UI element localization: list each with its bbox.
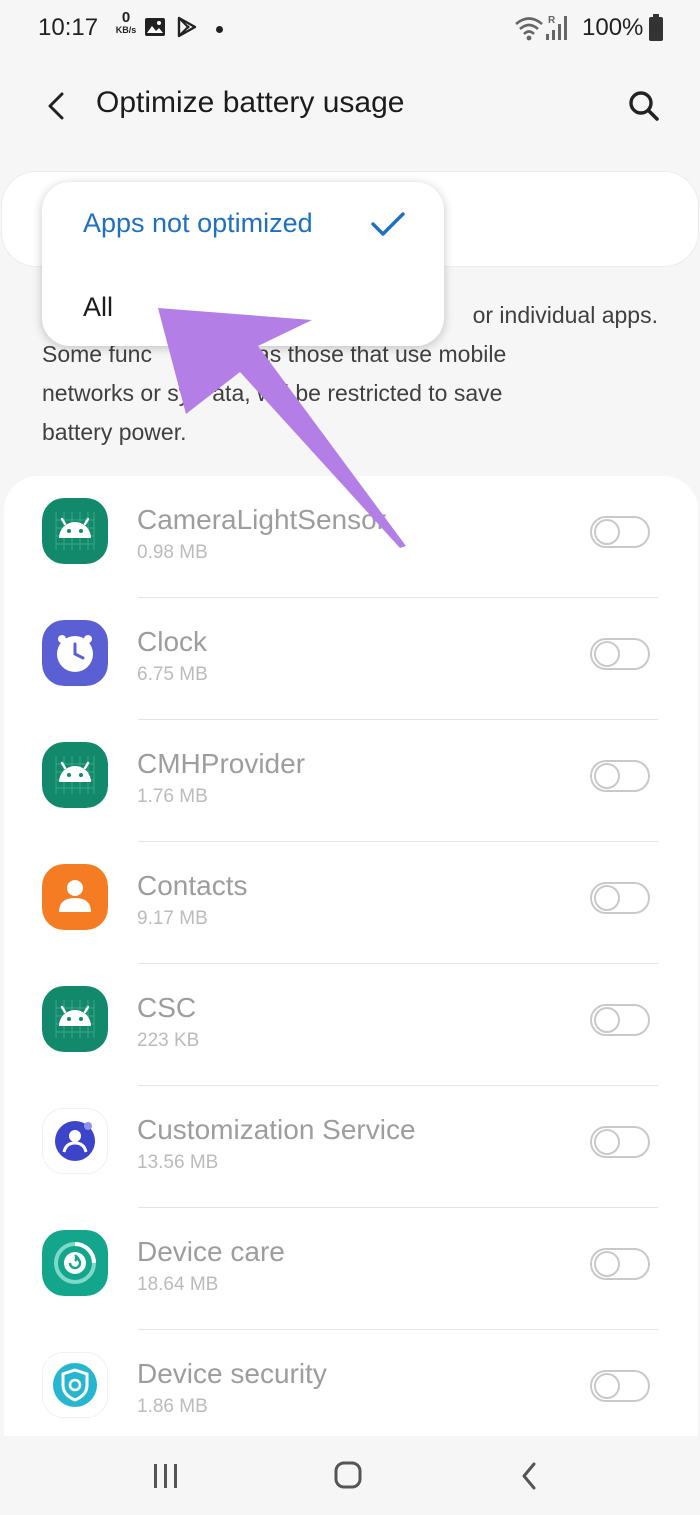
screen: 10:17 0 KB/s R 100% Optimize battery usa… [0, 0, 700, 1515]
signal-icon: R [546, 15, 567, 40]
description-line1: or individual apps. [472, 302, 658, 328]
optimize-toggle[interactable] [590, 1370, 650, 1402]
optimize-toggle[interactable] [590, 760, 650, 792]
notification-dot [216, 26, 223, 33]
app-size: 223 KB [137, 1030, 200, 1051]
app-row-customization-service[interactable]: Customization Service 13.56 MB [4, 1086, 698, 1208]
app-name: Customization Service [137, 1114, 416, 1145]
toggle-knob [594, 641, 620, 667]
network-speed: 0 KB/s [112, 9, 140, 36]
app-bar: Optimize battery usage [0, 60, 700, 150]
battery-percent: 100% [582, 14, 644, 41]
app-size: 9.17 MB [137, 908, 208, 929]
toggle-knob [594, 763, 620, 789]
app-name: CameraLightSensor [137, 504, 387, 535]
app-row-cmhprovider[interactable]: CMHProvider 1.76 MB [4, 720, 698, 842]
app-name: Device security [137, 1358, 327, 1389]
app-size: 0.98 MB [137, 542, 208, 563]
battery-icon [649, 14, 663, 41]
network-speed-unit: KB/s [115, 25, 137, 35]
app-size: 13.56 MB [137, 1152, 219, 1173]
description-line3a: networks or sy [42, 380, 191, 406]
optimize-toggle[interactable] [590, 1248, 650, 1280]
app-row-device-care[interactable]: Device care 18.64 MB [4, 1208, 698, 1330]
network-speed-value: 0 [121, 9, 131, 26]
recents-icon[interactable] [146, 1458, 186, 1494]
description-line3b: ata, will be restricted to save [212, 380, 503, 406]
toggle-knob [594, 1129, 620, 1155]
toggle-knob [594, 885, 620, 911]
toggle-knob [594, 519, 620, 545]
android-icon [42, 986, 108, 1052]
app-name: CSC [137, 992, 197, 1023]
app-list: CameraLightSensor 0.98 MB Clock 6.75 MB [4, 476, 698, 1436]
app-row-device-security[interactable]: Device security 1.86 MB [4, 1330, 698, 1436]
app-size: 18.64 MB [137, 1274, 219, 1295]
status-bar: 10:17 0 KB/s R 100% [0, 0, 700, 60]
app-size: 1.86 MB [137, 1396, 208, 1417]
gallery-icon [145, 18, 165, 36]
customization-icon [42, 1108, 108, 1174]
back-arrow-icon[interactable] [36, 86, 76, 126]
dropdown-option-all[interactable]: All [83, 292, 113, 323]
toggle-knob [594, 1251, 620, 1277]
optimize-toggle[interactable] [590, 638, 650, 670]
toggle-knob [594, 1373, 620, 1399]
app-row-cameralightsensor[interactable]: CameraLightSensor 0.98 MB [4, 476, 698, 598]
optimize-toggle[interactable] [590, 882, 650, 914]
home-icon[interactable] [328, 1458, 368, 1494]
search-icon[interactable] [624, 86, 664, 126]
app-row-csc[interactable]: CSC 223 KB [4, 964, 698, 1086]
dropdown-option-apps-not-optimized[interactable]: Apps not optimized [83, 208, 313, 239]
back-nav-icon[interactable] [510, 1458, 550, 1494]
app-name: Device care [137, 1236, 285, 1267]
android-icon [42, 742, 108, 808]
description-line4: battery power. [42, 419, 187, 445]
wifi-icon [515, 17, 543, 41]
filter-dropdown: Apps not optimized All [42, 182, 444, 346]
navigation-bar [0, 1436, 700, 1515]
app-size: 6.75 MB [137, 664, 208, 685]
contacts-icon [42, 864, 108, 930]
app-size: 1.76 MB [137, 786, 208, 807]
app-name: Contacts [137, 870, 248, 901]
optimize-toggle[interactable] [590, 516, 650, 548]
status-time: 10:17 [38, 14, 99, 41]
check-icon [371, 212, 405, 236]
toggle-knob [594, 1007, 620, 1033]
app-name: CMHProvider [137, 748, 306, 779]
play-store-icon [177, 16, 197, 38]
app-name: Clock [137, 626, 208, 657]
device-security-icon [42, 1352, 108, 1418]
page-title: Optimize battery usage [96, 86, 405, 119]
clock-icon [42, 620, 108, 686]
device-care-icon [42, 1230, 108, 1296]
optimize-toggle[interactable] [590, 1126, 650, 1158]
android-icon [42, 498, 108, 564]
svg-text:R: R [548, 15, 556, 26]
optimize-toggle[interactable] [590, 1004, 650, 1036]
app-row-clock[interactable]: Clock 6.75 MB [4, 598, 698, 720]
app-row-contacts[interactable]: Contacts 9.17 MB [4, 842, 698, 964]
